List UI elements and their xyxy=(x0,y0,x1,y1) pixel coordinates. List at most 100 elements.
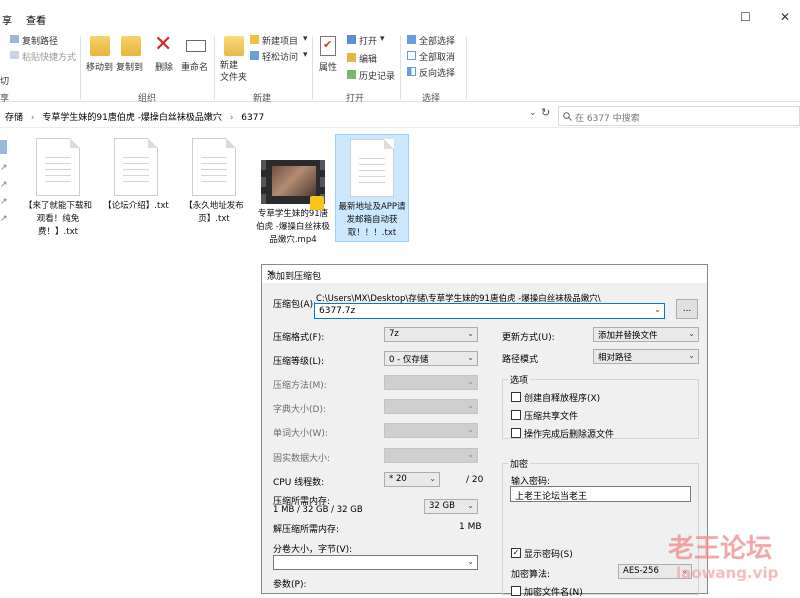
format-label: 压缩格式(F): xyxy=(273,333,325,343)
paste-shortcut-button[interactable]: 粘贴快捷方式 xyxy=(22,50,76,63)
select-group-label: 选择 xyxy=(422,94,441,104)
watermark-url: laowang.vip xyxy=(676,564,779,582)
select-none-button[interactable]: 全部取消 xyxy=(419,50,455,63)
file-name: 【来了就能下载和观看！纯免费！】.txt xyxy=(24,201,93,237)
dialog-title-bar: 添加到压缩包 ✕ xyxy=(262,265,707,283)
chevron-down-icon: ⌄ xyxy=(467,353,474,362)
ribbon-separator xyxy=(312,36,313,100)
show-password-label: 显示密码(S) xyxy=(524,550,573,560)
new-item-button[interactable]: 新建项目 xyxy=(262,34,298,47)
copy-path-button[interactable]: 复制路径 xyxy=(22,34,58,47)
close-icon[interactable]: ✕ xyxy=(267,269,699,279)
split-combo[interactable]: ⌄ xyxy=(273,555,478,570)
rename-button[interactable]: 重命名 xyxy=(181,60,208,73)
pin-icon: ↗ xyxy=(0,214,8,224)
invert-selection-button[interactable]: 反向选择 xyxy=(419,66,455,79)
cut-button[interactable]: 切 xyxy=(0,74,9,87)
sfx-checkbox[interactable] xyxy=(511,392,521,402)
refresh-icon[interactable]: ↻ xyxy=(541,106,550,119)
history-icon xyxy=(347,70,356,79)
tab-share[interactable]: 享 xyxy=(2,12,12,27)
delete-icon: ✕ xyxy=(154,32,173,57)
new-folder-icon xyxy=(224,36,244,56)
solid-label: 固实数据大小: xyxy=(273,454,331,464)
show-password-checkbox[interactable]: ✓ xyxy=(511,548,521,558)
chevron-right-icon: › xyxy=(30,113,35,123)
encrypt-names-checkbox[interactable] xyxy=(511,586,521,596)
new-group-label: 新建 xyxy=(253,94,272,104)
edit-icon xyxy=(347,53,356,62)
delete-after-checkbox[interactable] xyxy=(511,428,521,438)
breadcrumb-item[interactable]: 6377 xyxy=(241,113,264,123)
params-label: 参数(P): xyxy=(273,580,307,590)
properties-button[interactable]: 属性 xyxy=(319,60,337,73)
select-all-button[interactable]: 全部选择 xyxy=(419,34,455,47)
file-item[interactable]: 【论坛介绍】.txt xyxy=(102,138,170,213)
chevron-down-icon: ⌄ xyxy=(467,377,474,386)
tab-view[interactable]: 查看 xyxy=(26,12,46,27)
shared-files-checkbox[interactable] xyxy=(511,410,521,420)
archive-label: 压缩包(A): xyxy=(273,300,317,310)
breadcrumb-item[interactable]: 存储 xyxy=(5,113,23,123)
format-value: 7z xyxy=(389,329,399,339)
archive-name-input[interactable]: 6377.7z ⌄ xyxy=(314,303,665,319)
shared-files-label: 压缩共享文件 xyxy=(524,412,579,422)
clipboard-group-label: 享 xyxy=(0,94,10,104)
format-select[interactable]: 7z ⌄ xyxy=(384,327,478,342)
mem-decomp-label: 解压缩所需内存: xyxy=(273,525,340,535)
chevron-down-icon: ⌄ xyxy=(467,329,474,338)
chevron-down-icon[interactable]: ⌄ xyxy=(529,108,537,118)
method-label: 压缩方法(M): xyxy=(273,381,327,391)
easy-access-icon xyxy=(250,51,259,60)
update-label: 更新方式(U): xyxy=(502,333,555,343)
level-select[interactable]: 0 - 仅存储 ⌄ xyxy=(384,351,478,366)
copy-to-button[interactable]: 复制到 xyxy=(116,60,143,73)
file-item-selected[interactable]: 最新地址及APP请发邮箱自动获取！！！.txt xyxy=(335,134,409,242)
file-item[interactable]: 专草学生妹的91唐伯虎 -爆操白丝袜极品嫩穴.mp4 xyxy=(256,150,330,247)
archive-name-value: 6377.7z xyxy=(319,306,356,316)
mem-comp-value: 32 GB xyxy=(429,501,455,511)
chevron-down-icon: ⌄ xyxy=(467,557,474,566)
file-name: 【永久地址发布页】.txt xyxy=(184,201,244,224)
breadcrumb-item[interactable]: 专草学生妹的91唐伯虎 -爆操白丝袜极品嫩穴 xyxy=(42,113,222,123)
delete-button[interactable]: 删除 xyxy=(155,60,173,73)
rename-icon xyxy=(186,40,206,52)
new-folder-button[interactable]: 新建 文件夹 xyxy=(220,60,247,84)
properties-icon: ✔ xyxy=(320,36,336,56)
file-item[interactable]: 【永久地址发布页】.txt xyxy=(180,138,248,226)
chevron-right-icon: › xyxy=(229,113,234,123)
chevron-down-icon: ⌄ xyxy=(467,501,474,510)
sfx-label: 创建自释放程序(X) xyxy=(524,394,601,404)
move-to-icon xyxy=(90,36,110,56)
password-input[interactable]: 上老王论坛当老王 xyxy=(510,486,691,502)
file-name: 最新地址及APP请发邮箱自动获取！！！.txt xyxy=(338,202,406,238)
history-button[interactable]: 历史记录 xyxy=(359,69,395,82)
move-to-button[interactable]: 移动到 xyxy=(86,60,113,73)
edit-button[interactable]: 编辑 xyxy=(359,52,377,65)
easy-access-button[interactable]: 轻松访问 xyxy=(262,50,298,63)
path-mode-select[interactable]: 相对路径 ⌄ xyxy=(593,349,699,364)
cpu-select[interactable]: * 20 ⌄ xyxy=(384,472,440,487)
maximize-button[interactable]: ☐ xyxy=(740,10,751,24)
update-select[interactable]: 添加并替换文件 ⌄ xyxy=(593,327,699,342)
text-file-icon xyxy=(114,138,158,196)
search-box[interactable]: 在 6377 中搜索 xyxy=(558,106,800,126)
nav-pane-item[interactable] xyxy=(0,140,7,154)
open-button[interactable]: 打开 xyxy=(359,34,377,47)
close-button[interactable]: ✕ xyxy=(780,10,790,24)
update-value: 添加并替换文件 xyxy=(598,331,658,341)
encrypt-method-value: AES-256 xyxy=(623,566,659,576)
cpu-label: CPU 线程数: xyxy=(273,478,325,488)
file-item[interactable]: 【来了就能下载和观看！纯免费！】.txt xyxy=(24,138,92,239)
browse-button[interactable]: ... xyxy=(676,299,698,319)
dict-select: ⌄ xyxy=(384,399,478,414)
cpu-total: / 20 xyxy=(466,475,484,485)
watermark-text: 老王论坛 xyxy=(668,534,773,564)
chevron-down-icon: ⌄ xyxy=(688,351,695,360)
organize-group-label: 组织 xyxy=(138,94,157,104)
mem-comp-select[interactable]: 32 GB ⌄ xyxy=(424,499,478,514)
word-select: ⌄ xyxy=(384,423,478,438)
title-bar xyxy=(0,0,800,32)
search-input[interactable]: 在 6377 中搜索 xyxy=(575,111,640,124)
encryption-title: 加密 xyxy=(508,457,531,470)
